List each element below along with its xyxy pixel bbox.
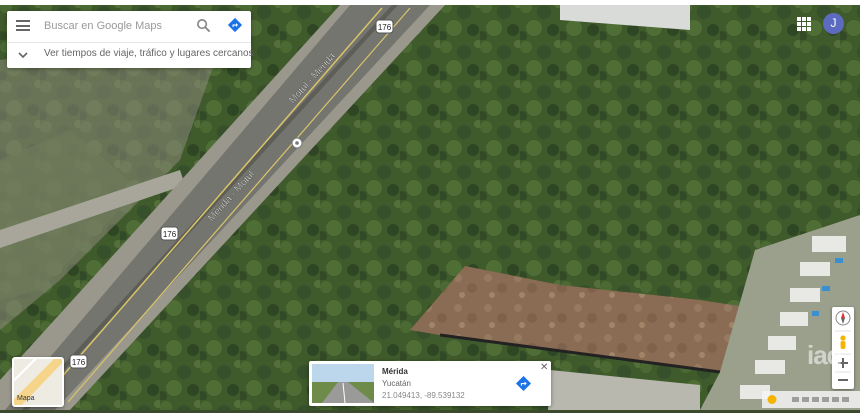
- menu-icon[interactable]: [16, 20, 30, 31]
- chevron-down-icon[interactable]: [17, 49, 29, 61]
- place-title: Mérida: [382, 367, 408, 376]
- svg-text:176: 176: [163, 230, 177, 239]
- footer-icons: [767, 395, 849, 404]
- route-shield: 176: [160, 226, 179, 241]
- nearby-info-link[interactable]: Ver tiempos de viaje, tráfico y lugares …: [44, 48, 254, 59]
- zoom-strip-icon: [792, 397, 849, 402]
- close-icon[interactable]: ✕: [540, 363, 548, 373]
- place-coordinates: 21.049413, -89.539132: [382, 391, 465, 400]
- map-footer-bar: [762, 391, 860, 408]
- route-shield: 176: [375, 19, 394, 34]
- search-box: Ver tiempos de viaje, tráfico y lugares …: [7, 11, 254, 68]
- search-input[interactable]: [44, 16, 194, 36]
- search-divider: [7, 42, 251, 43]
- top-strip: [0, 0, 860, 5]
- avatar[interactable]: J: [823, 13, 844, 34]
- svg-text:176: 176: [378, 23, 392, 32]
- search-row: [7, 11, 251, 41]
- place-thumbnail: [312, 364, 374, 403]
- compass-icon[interactable]: [835, 310, 851, 326]
- place-card[interactable]: Mérida Yucatán 21.049413, -89.539132 ✕: [309, 361, 551, 406]
- directions-icon[interactable]: [227, 17, 243, 33]
- minimap-label: Mapa: [17, 395, 35, 402]
- search-icon[interactable]: [196, 18, 211, 33]
- place-subtitle: Yucatán: [382, 379, 411, 388]
- route-shield: 176: [69, 354, 88, 369]
- location-pin-icon[interactable]: [291, 137, 303, 149]
- svg-text:176: 176: [72, 358, 86, 367]
- apps-grid-icon[interactable]: [797, 17, 811, 31]
- globe-icon[interactable]: [767, 395, 777, 404]
- watermark-logo: iad: [807, 340, 843, 370]
- layers-minimap[interactable]: Mapa: [12, 357, 64, 407]
- directions-icon[interactable]: [515, 375, 532, 392]
